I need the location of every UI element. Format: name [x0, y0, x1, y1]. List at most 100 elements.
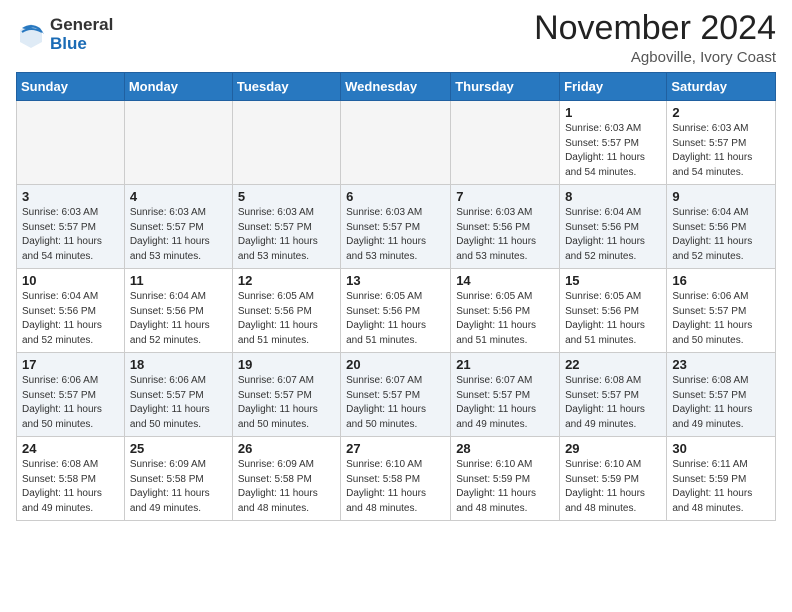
- calendar-day: 25 Sunrise: 6:09 AM Sunset: 5:58 PM Dayli…: [124, 437, 232, 521]
- day-number: 12: [238, 273, 335, 288]
- page: General Blue November 2024 Agboville, Iv…: [0, 0, 792, 612]
- day-info: Sunrise: 6:03 AM Sunset: 5:57 PM Dayligh…: [238, 206, 335, 264]
- calendar-header-wednesday: Wednesday: [341, 73, 451, 101]
- day-number: 16: [672, 273, 770, 288]
- logo-blue-text: Blue: [50, 35, 113, 54]
- calendar-day: [124, 101, 232, 185]
- calendar-day: 29 Sunrise: 6:10 AM Sunset: 5:59 PM Dayli…: [560, 437, 667, 521]
- day-info: Sunrise: 6:03 AM Sunset: 5:57 PM Dayligh…: [346, 206, 445, 264]
- calendar-day: 17 Sunrise: 6:06 AM Sunset: 5:57 PM Dayli…: [17, 353, 125, 437]
- calendar-header-tuesday: Tuesday: [232, 73, 340, 101]
- day-number: 17: [22, 357, 119, 372]
- calendar-day: [232, 101, 340, 185]
- location: Agboville, Ivory Coast: [534, 49, 776, 66]
- calendar-day: 5 Sunrise: 6:03 AM Sunset: 5:57 PM Daylig…: [232, 185, 340, 269]
- day-info: Sunrise: 6:03 AM Sunset: 5:56 PM Dayligh…: [456, 206, 554, 264]
- day-info: Sunrise: 6:03 AM Sunset: 5:57 PM Dayligh…: [22, 206, 119, 264]
- calendar-day: 7 Sunrise: 6:03 AM Sunset: 5:56 PM Daylig…: [451, 185, 560, 269]
- day-number: 13: [346, 273, 445, 288]
- day-info: Sunrise: 6:09 AM Sunset: 5:58 PM Dayligh…: [130, 458, 227, 516]
- day-info: Sunrise: 6:11 AM Sunset: 5:59 PM Dayligh…: [672, 458, 770, 516]
- logo: General Blue: [16, 16, 113, 53]
- calendar-day: 2 Sunrise: 6:03 AM Sunset: 5:57 PM Daylig…: [667, 101, 776, 185]
- day-info: Sunrise: 6:05 AM Sunset: 5:56 PM Dayligh…: [456, 290, 554, 348]
- day-number: 5: [238, 189, 335, 204]
- day-info: Sunrise: 6:06 AM Sunset: 5:57 PM Dayligh…: [672, 290, 770, 348]
- day-number: 26: [238, 441, 335, 456]
- day-info: Sunrise: 6:08 AM Sunset: 5:57 PM Dayligh…: [565, 374, 661, 432]
- logo-text: General Blue: [50, 16, 113, 53]
- day-number: 23: [672, 357, 770, 372]
- calendar-week-row: 17 Sunrise: 6:06 AM Sunset: 5:57 PM Dayli…: [17, 353, 776, 437]
- calendar-day: 11 Sunrise: 6:04 AM Sunset: 5:56 PM Dayli…: [124, 269, 232, 353]
- calendar-day: 18 Sunrise: 6:06 AM Sunset: 5:57 PM Dayli…: [124, 353, 232, 437]
- day-info: Sunrise: 6:05 AM Sunset: 5:56 PM Dayligh…: [346, 290, 445, 348]
- day-info: Sunrise: 6:08 AM Sunset: 5:57 PM Dayligh…: [672, 374, 770, 432]
- calendar-header-monday: Monday: [124, 73, 232, 101]
- day-number: 2: [672, 105, 770, 120]
- day-number: 29: [565, 441, 661, 456]
- day-number: 4: [130, 189, 227, 204]
- calendar-day: 28 Sunrise: 6:10 AM Sunset: 5:59 PM Dayli…: [451, 437, 560, 521]
- day-info: Sunrise: 6:07 AM Sunset: 5:57 PM Dayligh…: [238, 374, 335, 432]
- day-number: 6: [346, 189, 445, 204]
- calendar-day: 19 Sunrise: 6:07 AM Sunset: 5:57 PM Dayli…: [232, 353, 340, 437]
- calendar-day: 24Sunrise: 6:08 AM Sunset: 5:58 PM Dayli…: [17, 437, 125, 521]
- calendar-day: 21 Sunrise: 6:07 AM Sunset: 5:57 PM Dayli…: [451, 353, 560, 437]
- day-info: Sunrise: 6:10 AM Sunset: 5:59 PM Dayligh…: [565, 458, 661, 516]
- day-info: Sunrise: 6:04 AM Sunset: 5:56 PM Dayligh…: [130, 290, 227, 348]
- calendar-day: 20 Sunrise: 6:07 AM Sunset: 5:57 PM Dayli…: [341, 353, 451, 437]
- calendar-header-sunday: Sunday: [17, 73, 125, 101]
- calendar-day: 3 Sunrise: 6:03 AM Sunset: 5:57 PM Daylig…: [17, 185, 125, 269]
- calendar-week-row: 3 Sunrise: 6:03 AM Sunset: 5:57 PM Daylig…: [17, 185, 776, 269]
- day-number: 20: [346, 357, 445, 372]
- day-number: 7: [456, 189, 554, 204]
- day-info: Sunrise: 6:07 AM Sunset: 5:57 PM Dayligh…: [456, 374, 554, 432]
- day-info: Sunrise: 6:10 AM Sunset: 5:59 PM Dayligh…: [456, 458, 554, 516]
- month-title: November 2024: [534, 10, 776, 47]
- day-number: 27: [346, 441, 445, 456]
- day-number: 28: [456, 441, 554, 456]
- day-number: 18: [130, 357, 227, 372]
- day-number: 22: [565, 357, 661, 372]
- day-number: 25: [130, 441, 227, 456]
- calendar-day: [17, 101, 125, 185]
- calendar-day: 9Sunrise: 6:04 AM Sunset: 5:56 PM Daylig…: [667, 185, 776, 269]
- calendar-day: 23 Sunrise: 6:08 AM Sunset: 5:57 PM Dayli…: [667, 353, 776, 437]
- day-number: 1: [565, 105, 661, 120]
- calendar-week-row: 10 Sunrise: 6:04 AM Sunset: 5:56 PM Dayli…: [17, 269, 776, 353]
- day-info: Sunrise: 6:03 AM Sunset: 5:57 PM Dayligh…: [672, 122, 770, 180]
- day-number: 10: [22, 273, 119, 288]
- calendar-header-row: SundayMondayTuesdayWednesdayThursdayFrid…: [17, 73, 776, 101]
- calendar-day: 4 Sunrise: 6:03 AM Sunset: 5:57 PM Daylig…: [124, 185, 232, 269]
- day-info: Sunrise: 6:03 AM Sunset: 5:57 PM Dayligh…: [130, 206, 227, 264]
- day-info: Sunrise: 6:08 AM Sunset: 5:58 PM Dayligh…: [22, 458, 119, 516]
- header: General Blue November 2024 Agboville, Iv…: [16, 10, 776, 66]
- calendar-day: 16 Sunrise: 6:06 AM Sunset: 5:57 PM Dayli…: [667, 269, 776, 353]
- calendar-day: 27Sunrise: 6:10 AM Sunset: 5:58 PM Dayli…: [341, 437, 451, 521]
- calendar-week-row: 1 Sunrise: 6:03 AM Sunset: 5:57 PM Daylig…: [17, 101, 776, 185]
- calendar-day: 10Sunrise: 6:04 AM Sunset: 5:56 PM Dayli…: [17, 269, 125, 353]
- calendar-header-friday: Friday: [560, 73, 667, 101]
- day-info: Sunrise: 6:06 AM Sunset: 5:57 PM Dayligh…: [22, 374, 119, 432]
- calendar-day: 22 Sunrise: 6:08 AM Sunset: 5:57 PM Dayli…: [560, 353, 667, 437]
- calendar-day: 14 Sunrise: 6:05 AM Sunset: 5:56 PM Dayli…: [451, 269, 560, 353]
- logo-general-text: General: [50, 16, 113, 35]
- day-info: Sunrise: 6:07 AM Sunset: 5:57 PM Dayligh…: [346, 374, 445, 432]
- day-number: 21: [456, 357, 554, 372]
- calendar-day: [451, 101, 560, 185]
- calendar-header-thursday: Thursday: [451, 73, 560, 101]
- logo-icon: [16, 20, 46, 50]
- day-number: 14: [456, 273, 554, 288]
- day-number: 11: [130, 273, 227, 288]
- calendar-week-row: 24Sunrise: 6:08 AM Sunset: 5:58 PM Dayli…: [17, 437, 776, 521]
- calendar-header-saturday: Saturday: [667, 73, 776, 101]
- day-number: 3: [22, 189, 119, 204]
- day-number: 19: [238, 357, 335, 372]
- day-number: 30: [672, 441, 770, 456]
- day-info: Sunrise: 6:06 AM Sunset: 5:57 PM Dayligh…: [130, 374, 227, 432]
- calendar-day: 30 Sunrise: 6:11 AM Sunset: 5:59 PM Dayli…: [667, 437, 776, 521]
- day-number: 8: [565, 189, 661, 204]
- calendar: SundayMondayTuesdayWednesdayThursdayFrid…: [16, 72, 776, 521]
- day-info: Sunrise: 6:03 AM Sunset: 5:57 PM Dayligh…: [565, 122, 661, 180]
